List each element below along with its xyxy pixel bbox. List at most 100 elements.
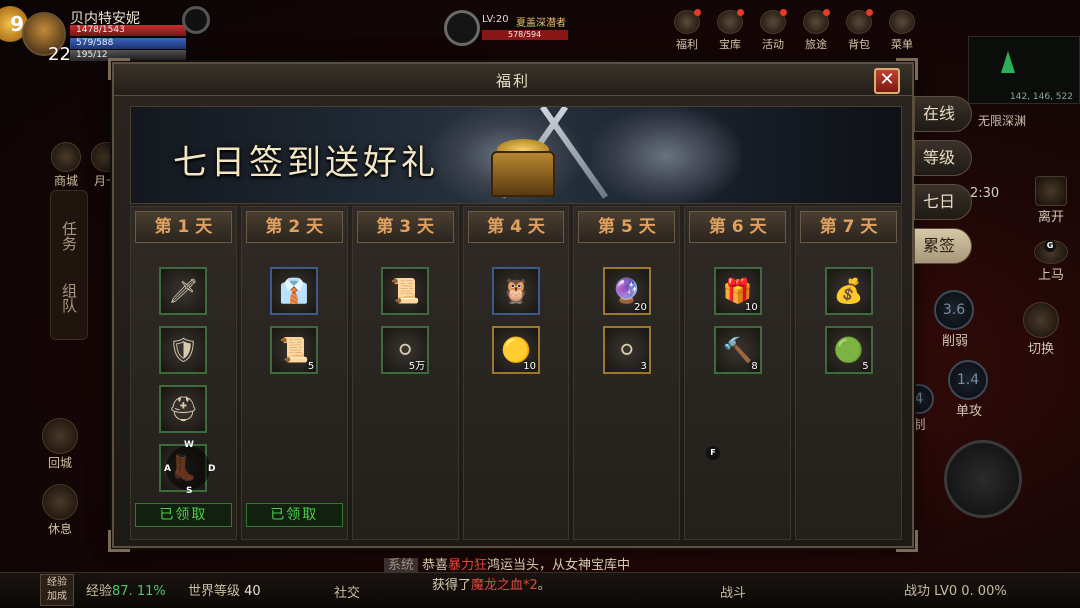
key-s: S <box>186 486 193 496</box>
single-attack-skill[interactable]: 1.4 单攻 <box>948 360 994 419</box>
day-header: 第 6 天 <box>689 211 787 243</box>
key-d: D <box>208 464 216 474</box>
reward-item[interactable]: 🛡 <box>159 326 208 374</box>
reward-item[interactable]: 🗡 <box>159 267 208 315</box>
map-scroll-icon: 📜 <box>390 277 421 305</box>
tab-task[interactable]: 任务 <box>59 221 80 251</box>
shop-button[interactable]: 商城 <box>44 142 88 189</box>
gift-icon <box>674 9 701 34</box>
item-quantity: 20 <box>634 302 647 313</box>
task-panel[interactable]: 任务 组队 <box>50 190 88 340</box>
claimed-button[interactable]: 已领取 <box>245 503 343 527</box>
event-icon <box>760 9 787 34</box>
top-menu-welfare[interactable]: 福利 <box>668 9 706 52</box>
day-column-7: 第 7 天 💰 🟢 5 <box>795 206 903 540</box>
day-column-4: 第 4 天 🦉 🟡 10 <box>462 206 570 540</box>
top-menu-treasury[interactable]: 宝库 <box>711 9 749 52</box>
reward-list: 🔮 20 ⚪ 3 <box>574 267 679 374</box>
key-a: A <box>164 464 171 474</box>
switch-icon <box>1023 302 1059 338</box>
reward-item[interactable]: ⚪ 3 <box>602 326 651 374</box>
reward-item[interactable]: 📜 5 <box>270 326 319 374</box>
mp-bar: 579/588 <box>70 38 186 49</box>
return-city-button[interactable]: 回城 <box>38 418 82 471</box>
exp-progress: 经验87. 11% <box>86 584 166 599</box>
tab-welfare-0[interactable]: 在线 <box>914 96 972 132</box>
tab-welfare-1[interactable]: 等级 <box>914 140 972 176</box>
day-column-2: 第 2 天 👔 📜 5 已领取 <box>240 206 348 540</box>
exp-bonus-button[interactable]: 经验 加成 <box>40 574 74 606</box>
reward-item[interactable]: ⛑ <box>159 385 208 433</box>
chat-channel-tag: 系统 <box>384 558 419 573</box>
reward-item[interactable]: 👔 <box>270 267 319 315</box>
return-city-icon <box>42 418 78 454</box>
top-menu-bag[interactable]: 背包 <box>840 9 878 52</box>
item-quantity: 5 <box>862 361 869 372</box>
target-hp-bar: 578/594 <box>482 30 568 40</box>
reward-item[interactable]: 🟢 5 <box>824 326 873 374</box>
day-column-5: 第 5 天 🔮 20 ⚪ 3 <box>573 206 681 540</box>
battle-button[interactable]: 战斗 <box>720 582 746 601</box>
suit-icon: 👔 <box>279 277 310 305</box>
tab-welfare-3[interactable]: 累签 <box>914 228 972 264</box>
menu-icon <box>889 10 915 34</box>
hp-bar: 1478/1543 <box>70 25 186 36</box>
owl-pet-icon: 🦉 <box>501 277 531 305</box>
rest-icon <box>42 484 78 520</box>
item-quantity: 10 <box>523 361 536 372</box>
top-menu-journey[interactable]: 旅途 <box>797 9 835 52</box>
shop-icon <box>51 142 81 172</box>
day-header: 第 1 天 <box>135 211 232 243</box>
main-attack-button[interactable] <box>944 440 1022 518</box>
reward-item[interactable]: 🦉 <box>492 267 540 315</box>
reward-item[interactable]: 📜 <box>381 267 430 315</box>
reward-item[interactable]: 🔨 8 <box>713 326 762 374</box>
reward-item[interactable]: 🔮 20 <box>602 267 651 315</box>
top-menu: 福利 宝库 活动 旅途 背包 菜单 <box>668 9 926 52</box>
day-header: 第 4 天 <box>467 211 565 243</box>
item-quantity: 3 <box>640 361 647 372</box>
welfare-dialog: 福利 ✕ 七日签到送好礼 第 1 天🗡🛡⛑👢已领取第 2 天👔📜5已领取第 3 … <box>108 58 918 552</box>
exit-icon <box>1035 176 1067 206</box>
helmet-icon: ⛑ <box>168 395 199 423</box>
target-portrait[interactable] <box>444 10 480 46</box>
system-chat[interactable]: 系统 恭喜暴力狂鸿运当头，从女神宝库中 获得了魔龙之血*2。 <box>384 556 696 596</box>
social-button[interactable]: 社交 <box>334 582 360 601</box>
day-columns: 第 1 天🗡🛡⛑👢已领取第 2 天👔📜5已领取第 3 天📜⚪5万第 4 天🦉🟡1… <box>130 206 903 540</box>
single-attack-icon: 1.4 <box>948 360 988 400</box>
close-button[interactable]: ✕ <box>874 68 900 94</box>
player-level: 22 <box>48 44 71 65</box>
merit-progress: 战功 LV0 0. 00% <box>904 584 1007 599</box>
switch-button[interactable]: 切换 <box>1016 302 1066 357</box>
reward-item[interactable]: 🟡 10 <box>492 326 540 374</box>
reward-item[interactable]: ⚪ 5万 <box>381 326 430 374</box>
top-menu-event[interactable]: 活动 <box>754 9 792 52</box>
corner-ornament <box>108 530 130 552</box>
reward-list: 💰 🟢 5 <box>796 267 901 374</box>
reward-item[interactable]: 🎁 10 <box>713 267 762 315</box>
tab-welfare-2[interactable]: 七日 <box>914 184 972 220</box>
tab-team[interactable]: 组队 <box>59 283 80 313</box>
sword-icon: 🗡 <box>168 277 199 305</box>
buff-ring-icon[interactable] <box>182 6 210 34</box>
weaken-skill[interactable]: 3.6 削弱 <box>934 290 980 349</box>
day-column-3: 第 3 天 📜 ⚪ 5万 <box>351 206 459 540</box>
day-header: 第 7 天 <box>800 211 898 243</box>
dialog-title: 福利 <box>495 72 530 90</box>
player-marker-icon <box>1001 51 1015 73</box>
rest-button[interactable]: 休息 <box>38 484 82 537</box>
item-quantity: 5万 <box>408 361 426 372</box>
seven-day-banner: 七日签到送好礼 <box>130 106 902 204</box>
movement-joystick[interactable]: W A D S <box>156 440 220 496</box>
top-menu-menu[interactable]: 菜单 <box>883 10 921 52</box>
joystick-circle <box>166 446 210 490</box>
treasure-icon <box>717 9 744 34</box>
target-level: LV:20 <box>482 14 509 25</box>
reward-item[interactable]: 💰 <box>824 267 873 315</box>
welfare-tabs: 在线 等级 七日 累签 <box>914 96 972 264</box>
treasure-chest-illustration <box>491 151 555 197</box>
timer: 2:30 <box>970 186 1000 201</box>
claimed-button[interactable]: 已领取 <box>135 503 232 527</box>
map-name: 无限深渊 <box>978 114 1027 128</box>
leave-button[interactable]: 离开 <box>1026 176 1076 225</box>
